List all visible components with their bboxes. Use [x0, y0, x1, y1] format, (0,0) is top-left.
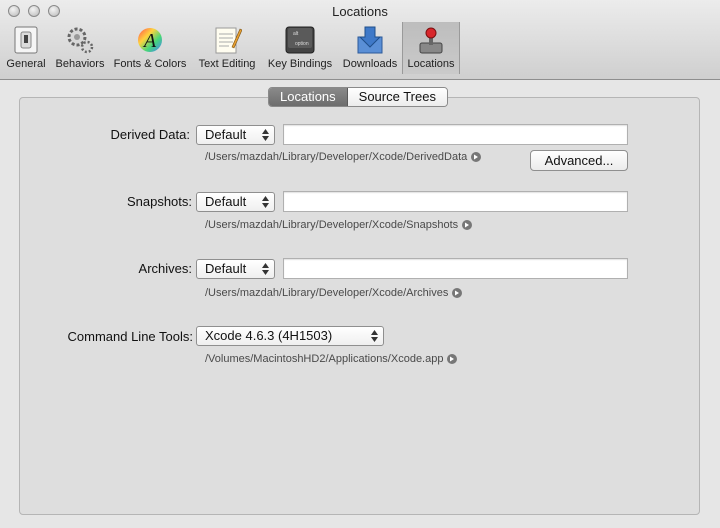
toolbar-item-downloads[interactable]: Downloads	[338, 22, 402, 74]
popup-arrows-icon	[262, 263, 269, 275]
tab-source-trees[interactable]: Source Trees	[347, 88, 447, 106]
command-line-tools-path: /Volumes/MacintoshHD2/Applications/Xcode…	[205, 353, 458, 365]
snapshots-path-text: /Users/mazdah/Library/Developer/Xcode/Sn…	[205, 219, 459, 231]
toolbar-label: General	[6, 58, 46, 70]
toolbar-label: Locations	[407, 58, 455, 70]
reveal-arrow-icon[interactable]	[452, 288, 463, 298]
toolbar-label: Behaviors	[55, 58, 105, 70]
derived-data-popup[interactable]: Default	[196, 125, 275, 145]
joystick-icon	[415, 24, 447, 56]
derived-data-path-text: /Users/mazdah/Library/Developer/Xcode/De…	[205, 151, 468, 163]
popup-arrows-icon	[371, 330, 378, 342]
toolbar-item-key-bindings[interactable]: alt option Key Bindings	[262, 22, 338, 74]
keyboard-key-icon: alt option	[284, 24, 316, 56]
toolbar-item-general[interactable]: General	[0, 22, 52, 74]
window-title: Locations	[332, 4, 388, 19]
derived-data-popup-value: Default	[205, 127, 247, 142]
archives-popup[interactable]: Default	[196, 259, 275, 279]
svg-text:alt: alt	[293, 31, 299, 37]
command-line-tools-label: Command Line Tools:	[67, 329, 194, 344]
archives-field[interactable]	[283, 258, 628, 279]
download-box-icon	[354, 24, 386, 56]
toolbar-label: Fonts & Colors	[113, 58, 187, 70]
toolbar-label: Downloads	[342, 58, 398, 70]
preferences-window: Locations General Behaviors A Fonts & Co…	[0, 0, 720, 528]
snapshots-field[interactable]	[283, 191, 628, 212]
svg-text:A: A	[142, 30, 157, 52]
tab-segmented-control: Locations Source Trees	[268, 87, 448, 107]
derived-data-path: /Users/mazdah/Library/Developer/Xcode/De…	[205, 151, 482, 163]
title-bar: Locations General Behaviors A Fonts & Co…	[0, 0, 720, 80]
popup-arrows-icon	[262, 196, 269, 208]
gears-icon	[64, 24, 96, 56]
archives-label: Archives:	[138, 261, 192, 276]
reveal-arrow-icon[interactable]	[462, 220, 473, 230]
tab-locations[interactable]: Locations	[269, 88, 348, 106]
archives-popup-value: Default	[205, 261, 247, 276]
archives-path-text: /Users/mazdah/Library/Developer/Xcode/Ar…	[205, 287, 449, 299]
snapshots-label: Snapshots:	[126, 194, 192, 209]
notepad-pencil-icon	[211, 24, 243, 56]
snapshots-path: /Users/mazdah/Library/Developer/Xcode/Sn…	[205, 219, 473, 231]
preferences-toolbar: General Behaviors A Fonts & Colors Text …	[0, 22, 460, 74]
reveal-arrow-icon[interactable]	[447, 354, 458, 364]
advanced-button[interactable]: Advanced...	[530, 150, 628, 171]
snapshots-popup[interactable]: Default	[196, 192, 275, 212]
reveal-arrow-icon[interactable]	[471, 152, 482, 162]
svg-text:option: option	[295, 41, 309, 47]
snapshots-popup-value: Default	[205, 194, 247, 209]
toolbar-item-locations[interactable]: Locations	[402, 22, 460, 74]
toolbar-item-fonts-colors[interactable]: A Fonts & Colors	[108, 22, 192, 74]
toolbar-label: Text Editing	[198, 58, 256, 70]
command-line-tools-popup-value: Xcode 4.6.3 (4H1503)	[205, 328, 333, 343]
command-line-tools-path-text: /Volumes/MacintoshHD2/Applications/Xcode…	[205, 353, 444, 365]
popup-arrows-icon	[262, 129, 269, 141]
toolbar-label: Key Bindings	[267, 58, 333, 70]
command-line-tools-popup[interactable]: Xcode 4.6.3 (4H1503)	[196, 326, 384, 346]
derived-data-field[interactable]	[283, 124, 628, 145]
font-icon: A	[134, 24, 166, 56]
toolbar-item-behaviors[interactable]: Behaviors	[52, 22, 108, 74]
derived-data-label: Derived Data:	[110, 127, 190, 142]
archives-path: /Users/mazdah/Library/Developer/Xcode/Ar…	[205, 287, 463, 299]
toolbar-item-text-editing[interactable]: Text Editing	[192, 22, 262, 74]
switch-icon	[10, 24, 42, 56]
